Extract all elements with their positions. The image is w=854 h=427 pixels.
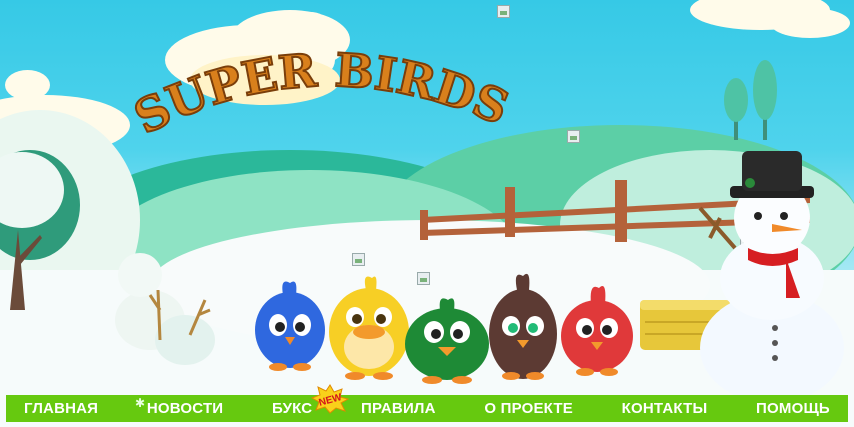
cloud xyxy=(770,8,850,38)
header-banner: SUPER BIRDS xyxy=(0,0,854,427)
nav-item-home[interactable]: ГЛАВНАЯ xyxy=(24,400,98,417)
red-bird xyxy=(561,286,633,376)
new-badge: NEW xyxy=(310,384,350,414)
snowy-tree xyxy=(0,150,80,310)
nav-item-bux[interactable]: БУКС xyxy=(272,400,312,417)
logo-text: SUPER BIRDS xyxy=(130,43,516,145)
nav-item-news[interactable]: НОВОСТИ xyxy=(147,400,223,417)
distant-trees xyxy=(724,60,777,140)
nav-item-help[interactable]: ПОМОЩЬ xyxy=(756,400,830,417)
brown-bird xyxy=(489,273,557,380)
sparkle-icon: ✱ xyxy=(135,396,146,410)
super-birds-logo: SUPER BIRDS xyxy=(130,42,517,146)
green-bird xyxy=(405,298,489,384)
snowman xyxy=(698,151,844,398)
broken-image-icon xyxy=(352,253,365,266)
nav-item-contacts[interactable]: КОНТАКТЫ xyxy=(622,400,708,417)
nav-item-rules[interactable]: ПРАВИЛА xyxy=(361,400,436,417)
main-nav: ГЛАВНАЯ НОВОСТИ БУКС ПРАВИЛА О ПРОЕКТЕ К… xyxy=(6,395,848,422)
cloud xyxy=(5,70,50,100)
cloud xyxy=(296,12,326,32)
broken-image-icon xyxy=(497,5,510,18)
nav-item-about[interactable]: О ПРОЕКТЕ xyxy=(484,400,573,417)
blue-bird xyxy=(255,281,325,371)
broken-image-icon xyxy=(417,272,430,285)
snowy-bush xyxy=(115,253,215,365)
broken-image-icon xyxy=(567,130,580,143)
